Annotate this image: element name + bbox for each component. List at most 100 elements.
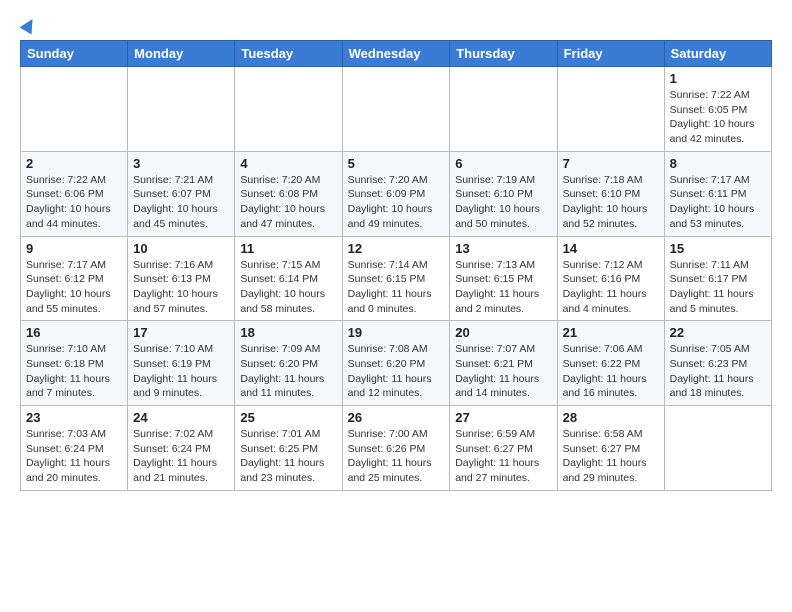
header [20, 16, 772, 34]
calendar-cell: 15Sunrise: 7:11 AM Sunset: 6:17 PM Dayli… [664, 236, 771, 321]
day-number: 26 [348, 410, 445, 425]
day-number: 6 [455, 156, 551, 171]
day-detail: Sunrise: 7:18 AM Sunset: 6:10 PM Dayligh… [563, 173, 659, 232]
calendar-cell: 28 Sunrise: 6:58 AM Sunset: 6:27 PM Dayli… [557, 406, 664, 491]
logo-area [20, 16, 36, 34]
week-row-4: 16 Sunrise: 7:10 AM Sunset: 6:18 PM Dayli… [21, 321, 772, 406]
calendar-cell: 19 Sunrise: 7:08 AM Sunset: 6:20 PM Dayli… [342, 321, 450, 406]
day-detail: Sunrise: 6:58 AM Sunset: 6:27 PM Dayligh… [563, 427, 659, 486]
day-number: 22 [670, 325, 766, 340]
page: SundayMondayTuesdayWednesdayThursdayFrid… [0, 0, 792, 507]
calendar-cell: 9 Sunrise: 7:17 AM Sunset: 6:12 PM Daylig… [21, 236, 128, 321]
week-row-2: 2Sunrise: 7:22 AM Sunset: 6:06 PM Daylig… [21, 151, 772, 236]
day-detail: Sunrise: 7:11 AM Sunset: 6:17 PM Dayligh… [670, 258, 766, 317]
day-number: 10 [133, 241, 229, 256]
day-detail: Sunrise: 7:15 AM Sunset: 6:14 PM Dayligh… [240, 258, 336, 317]
day-number: 9 [26, 241, 122, 256]
weekday-header-monday: Monday [128, 41, 235, 67]
day-number: 21 [563, 325, 659, 340]
calendar-cell [664, 406, 771, 491]
day-number: 25 [240, 410, 336, 425]
day-detail: Sunrise: 7:22 AM Sunset: 6:06 PM Dayligh… [26, 173, 122, 232]
day-detail: Sunrise: 7:08 AM Sunset: 6:20 PM Dayligh… [348, 342, 445, 401]
day-detail: Sunrise: 7:10 AM Sunset: 6:18 PM Dayligh… [26, 342, 122, 401]
day-number: 8 [670, 156, 766, 171]
calendar-cell: 18Sunrise: 7:09 AM Sunset: 6:20 PM Dayli… [235, 321, 342, 406]
calendar-cell: 13 Sunrise: 7:13 AM Sunset: 6:15 PM Dayli… [450, 236, 557, 321]
day-number: 5 [348, 156, 445, 171]
weekday-header-sunday: Sunday [21, 41, 128, 67]
day-number: 23 [26, 410, 122, 425]
calendar-cell [557, 67, 664, 152]
day-number: 27 [455, 410, 551, 425]
day-detail: Sunrise: 7:10 AM Sunset: 6:19 PM Dayligh… [133, 342, 229, 401]
calendar-cell [450, 67, 557, 152]
day-detail: Sunrise: 7:21 AM Sunset: 6:07 PM Dayligh… [133, 173, 229, 232]
calendar-cell: 23 Sunrise: 7:03 AM Sunset: 6:24 PM Dayli… [21, 406, 128, 491]
day-number: 20 [455, 325, 551, 340]
weekday-header-tuesday: Tuesday [235, 41, 342, 67]
day-detail: Sunrise: 7:22 AM Sunset: 6:05 PM Dayligh… [670, 88, 766, 147]
calendar-cell: 25 Sunrise: 7:01 AM Sunset: 6:25 PM Dayli… [235, 406, 342, 491]
calendar-cell [21, 67, 128, 152]
calendar-cell: 17 Sunrise: 7:10 AM Sunset: 6:19 PM Dayli… [128, 321, 235, 406]
calendar-cell: 4 Sunrise: 7:20 AM Sunset: 6:08 PM Daylig… [235, 151, 342, 236]
day-detail: Sunrise: 7:03 AM Sunset: 6:24 PM Dayligh… [26, 427, 122, 486]
day-detail: Sunrise: 7:06 AM Sunset: 6:22 PM Dayligh… [563, 342, 659, 401]
logo [20, 16, 36, 34]
day-number: 28 [563, 410, 659, 425]
calendar-cell: 3 Sunrise: 7:21 AM Sunset: 6:07 PM Daylig… [128, 151, 235, 236]
calendar-cell: 1 Sunrise: 7:22 AM Sunset: 6:05 PM Daylig… [664, 67, 771, 152]
calendar-cell: 11 Sunrise: 7:15 AM Sunset: 6:14 PM Dayli… [235, 236, 342, 321]
day-number: 16 [26, 325, 122, 340]
day-number: 1 [670, 71, 766, 86]
weekday-header-friday: Friday [557, 41, 664, 67]
day-number: 3 [133, 156, 229, 171]
day-detail: Sunrise: 7:12 AM Sunset: 6:16 PM Dayligh… [563, 258, 659, 317]
day-number: 14 [563, 241, 659, 256]
day-detail: Sunrise: 7:17 AM Sunset: 6:12 PM Dayligh… [26, 258, 122, 317]
week-row-1: 1 Sunrise: 7:22 AM Sunset: 6:05 PM Daylig… [21, 67, 772, 152]
day-number: 24 [133, 410, 229, 425]
day-detail: Sunrise: 7:05 AM Sunset: 6:23 PM Dayligh… [670, 342, 766, 401]
calendar-cell: 12 Sunrise: 7:14 AM Sunset: 6:15 PM Dayli… [342, 236, 450, 321]
day-detail: Sunrise: 7:07 AM Sunset: 6:21 PM Dayligh… [455, 342, 551, 401]
weekday-header-wednesday: Wednesday [342, 41, 450, 67]
weekday-header-saturday: Saturday [664, 41, 771, 67]
week-row-3: 9 Sunrise: 7:17 AM Sunset: 6:12 PM Daylig… [21, 236, 772, 321]
logo-triangle-icon [19, 15, 38, 34]
calendar-cell: 16 Sunrise: 7:10 AM Sunset: 6:18 PM Dayli… [21, 321, 128, 406]
calendar-table: SundayMondayTuesdayWednesdayThursdayFrid… [20, 40, 772, 491]
week-row-5: 23 Sunrise: 7:03 AM Sunset: 6:24 PM Dayli… [21, 406, 772, 491]
calendar-cell: 27Sunrise: 6:59 AM Sunset: 6:27 PM Dayli… [450, 406, 557, 491]
calendar-cell: 26 Sunrise: 7:00 AM Sunset: 6:26 PM Dayli… [342, 406, 450, 491]
calendar-cell: 5 Sunrise: 7:20 AM Sunset: 6:09 PM Daylig… [342, 151, 450, 236]
weekday-header-row: SundayMondayTuesdayWednesdayThursdayFrid… [21, 41, 772, 67]
calendar-cell [342, 67, 450, 152]
day-detail: Sunrise: 7:01 AM Sunset: 6:25 PM Dayligh… [240, 427, 336, 486]
day-detail: Sunrise: 7:20 AM Sunset: 6:09 PM Dayligh… [348, 173, 445, 232]
day-number: 17 [133, 325, 229, 340]
day-number: 11 [240, 241, 336, 256]
calendar-cell: 22 Sunrise: 7:05 AM Sunset: 6:23 PM Dayli… [664, 321, 771, 406]
day-number: 19 [348, 325, 445, 340]
day-number: 4 [240, 156, 336, 171]
day-detail: Sunrise: 7:00 AM Sunset: 6:26 PM Dayligh… [348, 427, 445, 486]
calendar-cell: 8 Sunrise: 7:17 AM Sunset: 6:11 PM Daylig… [664, 151, 771, 236]
day-detail: Sunrise: 7:20 AM Sunset: 6:08 PM Dayligh… [240, 173, 336, 232]
calendar-cell: 20 Sunrise: 7:07 AM Sunset: 6:21 PM Dayli… [450, 321, 557, 406]
calendar-cell: 14 Sunrise: 7:12 AM Sunset: 6:16 PM Dayli… [557, 236, 664, 321]
day-number: 13 [455, 241, 551, 256]
calendar-cell: 7Sunrise: 7:18 AM Sunset: 6:10 PM Daylig… [557, 151, 664, 236]
day-detail: Sunrise: 7:17 AM Sunset: 6:11 PM Dayligh… [670, 173, 766, 232]
calendar-cell [128, 67, 235, 152]
day-number: 12 [348, 241, 445, 256]
calendar-cell: 24 Sunrise: 7:02 AM Sunset: 6:24 PM Dayli… [128, 406, 235, 491]
calendar-cell: 21 Sunrise: 7:06 AM Sunset: 6:22 PM Dayli… [557, 321, 664, 406]
day-detail: Sunrise: 7:14 AM Sunset: 6:15 PM Dayligh… [348, 258, 445, 317]
calendar-cell: 2Sunrise: 7:22 AM Sunset: 6:06 PM Daylig… [21, 151, 128, 236]
day-detail: Sunrise: 7:02 AM Sunset: 6:24 PM Dayligh… [133, 427, 229, 486]
calendar-cell: 10Sunrise: 7:16 AM Sunset: 6:13 PM Dayli… [128, 236, 235, 321]
day-detail: Sunrise: 7:09 AM Sunset: 6:20 PM Dayligh… [240, 342, 336, 401]
day-detail: Sunrise: 7:13 AM Sunset: 6:15 PM Dayligh… [455, 258, 551, 317]
